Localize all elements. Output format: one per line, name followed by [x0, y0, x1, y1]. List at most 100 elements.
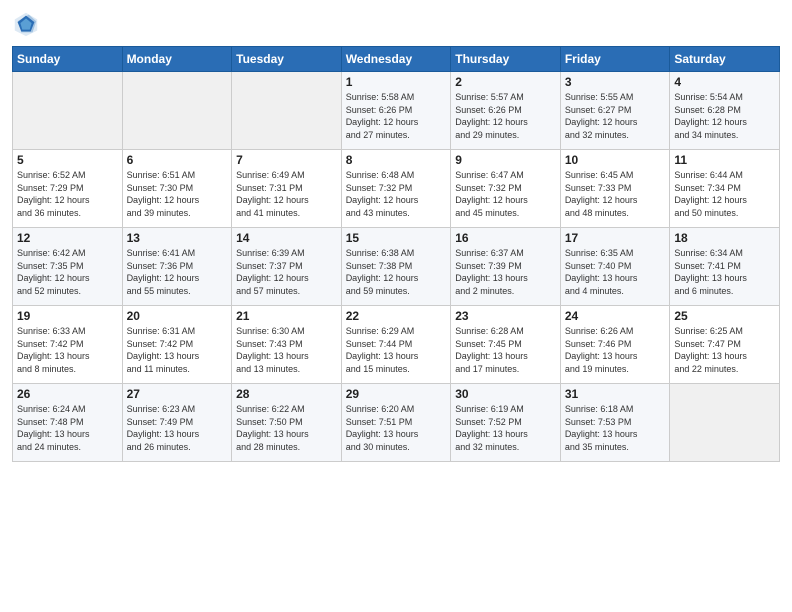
calendar-table: SundayMondayTuesdayWednesdayThursdayFrid…: [12, 46, 780, 462]
calendar-day-cell: 9 Sunrise: 6:47 AM Sunset: 7:32 PM Daylig…: [451, 150, 561, 228]
calendar-day-cell: 28 Sunrise: 6:22 AM Sunset: 7:50 PM Dayli…: [232, 384, 342, 462]
day-info: Sunrise: 6:49 AM Sunset: 7:31 PM Dayligh…: [236, 169, 337, 219]
calendar-day-cell: 31 Sunrise: 6:18 AM Sunset: 7:53 PM Dayli…: [560, 384, 670, 462]
day-number: 9: [455, 153, 556, 167]
day-info: Sunrise: 6:44 AM Sunset: 7:34 PM Dayligh…: [674, 169, 775, 219]
day-info: Sunrise: 5:58 AM Sunset: 6:26 PM Dayligh…: [346, 91, 447, 141]
day-info: Sunrise: 6:26 AM Sunset: 7:46 PM Dayligh…: [565, 325, 666, 375]
calendar-body: 1 Sunrise: 5:58 AM Sunset: 6:26 PM Daylig…: [13, 72, 780, 462]
calendar-day-cell: 29 Sunrise: 6:20 AM Sunset: 7:51 PM Dayli…: [341, 384, 451, 462]
calendar-day-cell: 25 Sunrise: 6:25 AM Sunset: 7:47 PM Dayli…: [670, 306, 780, 384]
weekday-header-cell: Wednesday: [341, 47, 451, 72]
day-number: 16: [455, 231, 556, 245]
day-number: 20: [127, 309, 228, 323]
day-info: Sunrise: 6:25 AM Sunset: 7:47 PM Dayligh…: [674, 325, 775, 375]
day-number: 25: [674, 309, 775, 323]
day-info: Sunrise: 5:54 AM Sunset: 6:28 PM Dayligh…: [674, 91, 775, 141]
calendar-day-cell: 27 Sunrise: 6:23 AM Sunset: 7:49 PM Dayli…: [122, 384, 232, 462]
calendar-week-row: 19 Sunrise: 6:33 AM Sunset: 7:42 PM Dayli…: [13, 306, 780, 384]
day-info: Sunrise: 6:34 AM Sunset: 7:41 PM Dayligh…: [674, 247, 775, 297]
calendar-day-cell: 26 Sunrise: 6:24 AM Sunset: 7:48 PM Dayli…: [13, 384, 123, 462]
day-number: 5: [17, 153, 118, 167]
day-number: 3: [565, 75, 666, 89]
day-number: 10: [565, 153, 666, 167]
day-info: Sunrise: 6:35 AM Sunset: 7:40 PM Dayligh…: [565, 247, 666, 297]
calendar-day-cell: 1 Sunrise: 5:58 AM Sunset: 6:26 PM Daylig…: [341, 72, 451, 150]
calendar-day-cell: [13, 72, 123, 150]
day-number: 27: [127, 387, 228, 401]
day-number: 6: [127, 153, 228, 167]
day-number: 8: [346, 153, 447, 167]
header: [12, 10, 780, 38]
logo-icon: [12, 10, 40, 38]
calendar-week-row: 12 Sunrise: 6:42 AM Sunset: 7:35 PM Dayli…: [13, 228, 780, 306]
calendar-day-cell: 16 Sunrise: 6:37 AM Sunset: 7:39 PM Dayli…: [451, 228, 561, 306]
day-number: 4: [674, 75, 775, 89]
day-number: 21: [236, 309, 337, 323]
day-number: 1: [346, 75, 447, 89]
day-number: 13: [127, 231, 228, 245]
calendar-day-cell: 11 Sunrise: 6:44 AM Sunset: 7:34 PM Dayli…: [670, 150, 780, 228]
calendar-day-cell: 23 Sunrise: 6:28 AM Sunset: 7:45 PM Dayli…: [451, 306, 561, 384]
logo: [12, 10, 44, 38]
day-info: Sunrise: 6:31 AM Sunset: 7:42 PM Dayligh…: [127, 325, 228, 375]
weekday-header-cell: Friday: [560, 47, 670, 72]
day-number: 19: [17, 309, 118, 323]
day-number: 14: [236, 231, 337, 245]
day-info: Sunrise: 5:57 AM Sunset: 6:26 PM Dayligh…: [455, 91, 556, 141]
day-info: Sunrise: 6:39 AM Sunset: 7:37 PM Dayligh…: [236, 247, 337, 297]
day-info: Sunrise: 6:37 AM Sunset: 7:39 PM Dayligh…: [455, 247, 556, 297]
day-info: Sunrise: 6:30 AM Sunset: 7:43 PM Dayligh…: [236, 325, 337, 375]
calendar-day-cell: 30Sunrise: 6:19 AM Sunset: 7:52 PM Dayli…: [451, 384, 561, 462]
calendar-day-cell: 4 Sunrise: 5:54 AM Sunset: 6:28 PM Daylig…: [670, 72, 780, 150]
day-info: Sunrise: 6:29 AM Sunset: 7:44 PM Dayligh…: [346, 325, 447, 375]
day-number: 24: [565, 309, 666, 323]
day-info: Sunrise: 6:38 AM Sunset: 7:38 PM Dayligh…: [346, 247, 447, 297]
day-number: 11: [674, 153, 775, 167]
calendar-week-row: 5Sunrise: 6:52 AM Sunset: 7:29 PM Daylig…: [13, 150, 780, 228]
day-info: Sunrise: 6:45 AM Sunset: 7:33 PM Dayligh…: [565, 169, 666, 219]
day-info: Sunrise: 6:23 AM Sunset: 7:49 PM Dayligh…: [127, 403, 228, 453]
day-info: Sunrise: 6:18 AM Sunset: 7:53 PM Dayligh…: [565, 403, 666, 453]
calendar-day-cell: 22Sunrise: 6:29 AM Sunset: 7:44 PM Dayli…: [341, 306, 451, 384]
weekday-header-cell: Sunday: [13, 47, 123, 72]
day-number: 23: [455, 309, 556, 323]
weekday-header-row: SundayMondayTuesdayWednesdayThursdayFrid…: [13, 47, 780, 72]
day-info: Sunrise: 6:24 AM Sunset: 7:48 PM Dayligh…: [17, 403, 118, 453]
day-info: Sunrise: 6:22 AM Sunset: 7:50 PM Dayligh…: [236, 403, 337, 453]
calendar-day-cell: 7 Sunrise: 6:49 AM Sunset: 7:31 PM Daylig…: [232, 150, 342, 228]
calendar-day-cell: [232, 72, 342, 150]
day-info: Sunrise: 6:19 AM Sunset: 7:52 PM Dayligh…: [455, 403, 556, 453]
day-number: 26: [17, 387, 118, 401]
calendar-day-cell: [670, 384, 780, 462]
page-container: SundayMondayTuesdayWednesdayThursdayFrid…: [0, 0, 792, 470]
calendar-day-cell: 2 Sunrise: 5:57 AM Sunset: 6:26 PM Daylig…: [451, 72, 561, 150]
day-number: 15: [346, 231, 447, 245]
day-number: 31: [565, 387, 666, 401]
weekday-header-cell: Monday: [122, 47, 232, 72]
calendar-day-cell: 12 Sunrise: 6:42 AM Sunset: 7:35 PM Dayli…: [13, 228, 123, 306]
day-info: Sunrise: 6:51 AM Sunset: 7:30 PM Dayligh…: [127, 169, 228, 219]
calendar-day-cell: 10 Sunrise: 6:45 AM Sunset: 7:33 PM Dayli…: [560, 150, 670, 228]
calendar-day-cell: 14 Sunrise: 6:39 AM Sunset: 7:37 PM Dayli…: [232, 228, 342, 306]
day-number: 2: [455, 75, 556, 89]
calendar-day-cell: 3Sunrise: 5:55 AM Sunset: 6:27 PM Daylig…: [560, 72, 670, 150]
day-info: Sunrise: 6:20 AM Sunset: 7:51 PM Dayligh…: [346, 403, 447, 453]
calendar-day-cell: 24 Sunrise: 6:26 AM Sunset: 7:46 PM Dayli…: [560, 306, 670, 384]
day-info: Sunrise: 6:47 AM Sunset: 7:32 PM Dayligh…: [455, 169, 556, 219]
day-number: 17: [565, 231, 666, 245]
calendar-week-row: 1 Sunrise: 5:58 AM Sunset: 6:26 PM Daylig…: [13, 72, 780, 150]
day-info: Sunrise: 6:28 AM Sunset: 7:45 PM Dayligh…: [455, 325, 556, 375]
day-number: 12: [17, 231, 118, 245]
day-number: 28: [236, 387, 337, 401]
day-info: Sunrise: 6:42 AM Sunset: 7:35 PM Dayligh…: [17, 247, 118, 297]
day-info: Sunrise: 6:41 AM Sunset: 7:36 PM Dayligh…: [127, 247, 228, 297]
day-number: 29: [346, 387, 447, 401]
calendar-day-cell: 17 Sunrise: 6:35 AM Sunset: 7:40 PM Dayli…: [560, 228, 670, 306]
calendar-day-cell: 13 Sunrise: 6:41 AM Sunset: 7:36 PM Dayli…: [122, 228, 232, 306]
day-number: 7: [236, 153, 337, 167]
calendar-day-cell: 8Sunrise: 6:48 AM Sunset: 7:32 PM Daylig…: [341, 150, 451, 228]
weekday-header-cell: Thursday: [451, 47, 561, 72]
day-info: Sunrise: 6:33 AM Sunset: 7:42 PM Dayligh…: [17, 325, 118, 375]
calendar-day-cell: 18Sunrise: 6:34 AM Sunset: 7:41 PM Dayli…: [670, 228, 780, 306]
